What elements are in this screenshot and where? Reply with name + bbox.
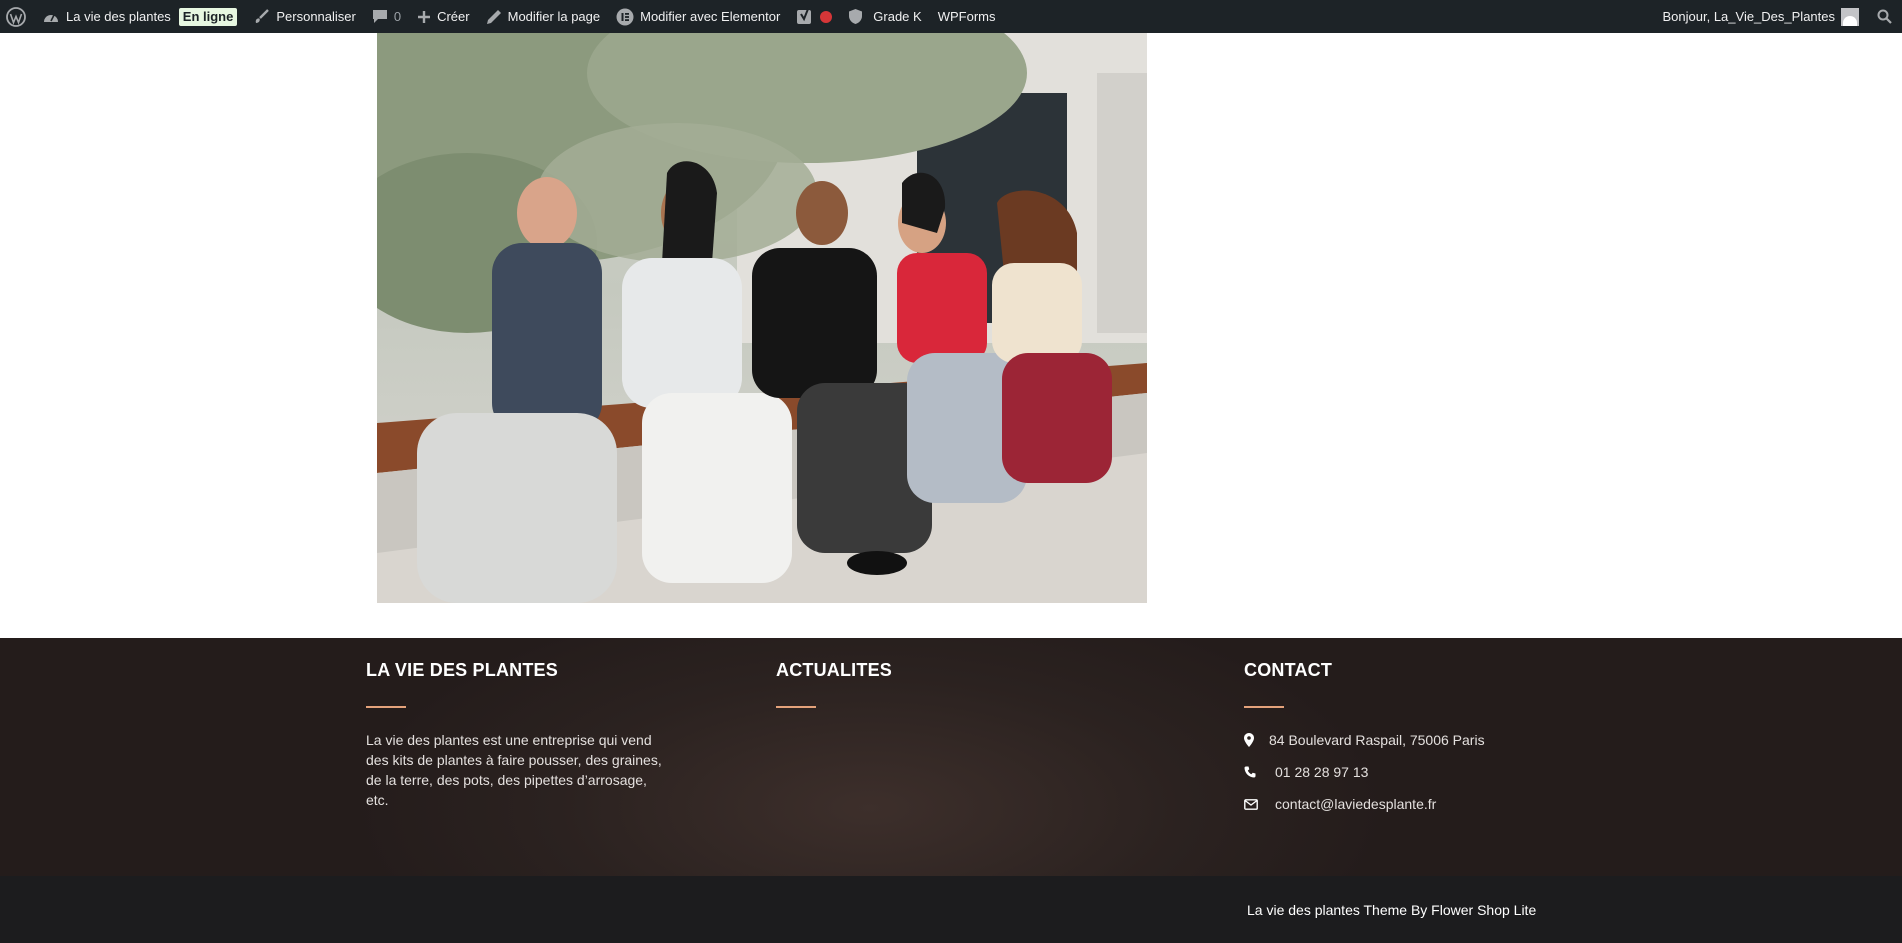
pencil-icon [486, 9, 502, 25]
wpforms-menu[interactable]: WPForms [930, 0, 1004, 33]
search-icon [1877, 9, 1892, 24]
footer-news-column: ACTUALITES [776, 660, 892, 708]
comments-count: 0 [393, 9, 402, 24]
wordpress-icon [6, 6, 26, 27]
seo-score-dot [820, 10, 833, 23]
news-title: ACTUALITES [776, 660, 892, 680]
greeting: Bonjour, La_Vie_Des_Plantes [1662, 9, 1836, 24]
edit-page-link[interactable]: Modifier la page [478, 0, 609, 33]
admin-bar: La vie des plantes En ligne Personnalise… [0, 0, 1902, 33]
footer-bottom-bar: La vie des plantes Theme By Flower Shop … [0, 876, 1902, 943]
contact-address: 84 Boulevard Raspail, 75006 Paris [1269, 732, 1485, 748]
avatar [1841, 7, 1859, 26]
contact-phone-row: 01 28 28 97 13 [1244, 762, 1485, 782]
dashboard-icon [42, 9, 60, 25]
customize-label: Personnaliser [276, 9, 356, 24]
contact-email-row: contact@laviedesplante.fr [1244, 794, 1485, 814]
elementor-icon [616, 8, 634, 26]
site-name: La vie des plantes [66, 9, 171, 24]
edit-elementor-label: Modifier avec Elementor [640, 9, 781, 24]
grade-label: Grade K [873, 9, 922, 24]
copyright-text[interactable]: La vie des plantes Theme By Flower Shop … [1247, 902, 1536, 918]
about-text: La vie des plantes est une entreprise qu… [366, 732, 662, 808]
yoast-icon [796, 8, 814, 26]
envelope-icon [1244, 798, 1275, 810]
about-title-underline [366, 706, 406, 708]
grade-menu[interactable]: Grade K [840, 0, 929, 33]
shield-icon [848, 8, 863, 25]
wpforms-label: WPForms [937, 9, 996, 24]
contact-phone: 01 28 28 97 13 [1275, 764, 1369, 780]
phone-icon [1244, 766, 1275, 778]
contact-title: CONTACT [1244, 660, 1333, 680]
map-marker-icon [1244, 733, 1269, 747]
contact-address-row: 84 Boulevard Raspail, 75006 Paris [1244, 730, 1485, 750]
plus-icon [417, 10, 431, 24]
footer-widgets: LA VIE DES PLANTES La vie des plantes es… [0, 638, 1902, 876]
customize-link[interactable]: Personnaliser [245, 0, 364, 33]
comments-link[interactable]: 0 [364, 0, 409, 33]
search-toggle[interactable] [1863, 0, 1902, 33]
comment-icon [372, 9, 388, 24]
footer-contact-column: CONTACT 84 Boulevard Raspail, 75006 Pari… [1244, 660, 1485, 814]
edit-page-label: Modifier la page [507, 9, 601, 24]
paintbrush-icon [253, 8, 270, 25]
news-title-underline [776, 706, 816, 708]
seo-menu[interactable] [788, 0, 840, 33]
account-menu[interactable]: Bonjour, La_Vie_Des_Plantes [1655, 0, 1864, 33]
new-label: Créer [437, 9, 470, 24]
status-badge: En ligne [178, 7, 238, 26]
contact-title-underline [1244, 706, 1284, 708]
new-content-menu[interactable]: Créer [409, 0, 478, 33]
site-name-menu[interactable]: La vie des plantes En ligne [34, 0, 245, 33]
about-title: LA VIE DES PLANTES [366, 660, 558, 680]
edit-elementor-link[interactable]: Modifier avec Elementor [608, 0, 788, 33]
hero-photo-illustration [377, 33, 1147, 603]
contact-email[interactable]: contact@laviedesplante.fr [1275, 796, 1436, 812]
hero-photo [377, 33, 1147, 603]
wordpress-logo-menu[interactable] [0, 0, 34, 33]
footer-about-column: LA VIE DES PLANTES La vie des plantes es… [366, 660, 662, 810]
